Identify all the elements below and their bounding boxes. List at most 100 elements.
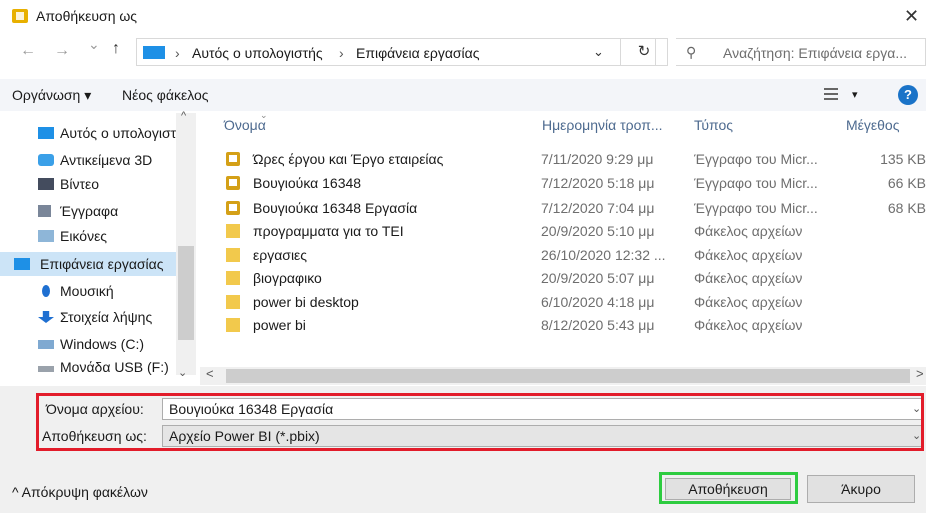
- scroll-down-icon[interactable]: ⌄: [178, 366, 187, 379]
- sidebar-item-label: Στοιχεία λήψης: [60, 309, 153, 325]
- file-type: Έγγραφο του Micr...: [694, 175, 818, 191]
- file-type: Έγγραφο του Micr...: [694, 200, 818, 216]
- highlight-box-green: [659, 472, 798, 504]
- scroll-left-icon[interactable]: <: [206, 366, 214, 381]
- powerbi-file-icon: [226, 176, 240, 190]
- back-arrow-icon[interactable]: ←: [20, 42, 36, 60]
- file-type: Φάκελος αρχείων: [694, 270, 803, 286]
- column-header-name[interactable]: Όνομα: [224, 117, 266, 133]
- search-icon: ⚲: [686, 44, 697, 60]
- sidebar-item-downloads[interactable]: Στοιχεία λήψης: [38, 305, 198, 329]
- address-dropdown-icon[interactable]: ⌄: [593, 44, 604, 60]
- file-date: 8/12/2020 5:43 μμ: [541, 317, 655, 333]
- power-bi-app-icon: [12, 9, 28, 23]
- file-date: 20/9/2020 5:07 μμ: [541, 270, 655, 286]
- address-bar[interactable]: › Αυτός ο υπολογιστής › Επιφάνεια εργασί…: [136, 38, 656, 66]
- command-bar: Οργάνωση ▾ Νέος φάκελος ▾ ?: [0, 79, 926, 111]
- sidebar-item-label: Windows (C:): [60, 336, 145, 352]
- navigation-pane: Αυτός ο υπολογιστής Αντικείμενα 3D Βίντε…: [0, 113, 198, 375]
- desktop-icon: [14, 258, 30, 270]
- file-row[interactable]: Βουγιούκα 16348 7/12/2020 5:18 μμ Έγγραφ…: [216, 171, 926, 195]
- computer-icon: [38, 127, 54, 139]
- folder-icon: [226, 295, 240, 309]
- forward-arrow-icon[interactable]: →: [54, 42, 70, 60]
- column-header-type[interactable]: Τύπος: [694, 117, 733, 133]
- title-bar: Αποθήκευση ως ✕: [0, 0, 926, 34]
- file-type: Φάκελος αρχείων: [694, 223, 803, 239]
- breadcrumb-separator: ›: [339, 45, 344, 61]
- powerbi-file-icon: [226, 152, 240, 166]
- help-icon[interactable]: ?: [898, 85, 918, 105]
- sidebar-item-usb-f[interactable]: Μονάδα USB (F:): [38, 355, 178, 379]
- folder-row[interactable]: προγραμματα για το ΤΕΙ 20/9/2020 5:10 μμ…: [216, 219, 926, 243]
- drive-icon: [38, 340, 54, 349]
- file-type: Φάκελος αρχείων: [694, 317, 803, 333]
- file-row[interactable]: Βουγιούκα 16348 Εργασία 7/12/2020 7:04 μ…: [216, 196, 926, 220]
- download-icon: [38, 311, 54, 323]
- file-date: 26/10/2020 12:32 ...: [541, 247, 666, 263]
- file-name: Βουγιούκα 16348: [253, 175, 362, 191]
- folder-name: power bi: [253, 317, 306, 333]
- file-type: Φάκελος αρχείων: [694, 247, 803, 263]
- cube-3d-icon: [38, 154, 54, 166]
- folder-icon: [226, 248, 240, 262]
- sidebar-item-desktop[interactable]: Επιφάνεια εργασίας: [0, 252, 176, 276]
- column-header-size[interactable]: Μέγεθος: [846, 117, 899, 133]
- view-options-chevron-icon[interactable]: ▾: [852, 88, 858, 101]
- folder-name: power bi desktop: [253, 294, 359, 310]
- file-size: 66 KB: [887, 175, 926, 191]
- search-placeholder: Αναζήτηση: Επιφάνεια εργα...: [723, 45, 907, 61]
- up-arrow-icon[interactable]: ↑: [112, 40, 120, 58]
- scroll-up-icon[interactable]: ^: [181, 110, 186, 122]
- powerbi-file-icon: [226, 201, 240, 215]
- refresh-icon[interactable]: ↻: [620, 38, 668, 66]
- sidebar-item-label: Βίντεο: [60, 176, 100, 192]
- file-size: 135 KB: [880, 151, 926, 167]
- file-list-scrollbar-thumb[interactable]: [226, 369, 910, 383]
- file-type: Έγγραφο του Micr...: [694, 151, 818, 167]
- folder-name: εργασιες: [253, 247, 308, 263]
- folder-name: προγραμματα για το ΤΕΙ: [253, 223, 404, 239]
- folder-icon: [226, 271, 240, 285]
- sidebar-item-label: Εικόνες: [60, 228, 108, 244]
- sidebar-item-videos[interactable]: Βίντεο: [38, 172, 198, 196]
- sidebar-item-label: Μουσική: [60, 283, 114, 299]
- music-icon: [42, 285, 50, 297]
- hide-folders-toggle[interactable]: ^ Απόκρυψη φακέλων: [12, 484, 148, 500]
- computer-icon: [143, 46, 165, 59]
- folder-row[interactable]: βιογραφικο 20/9/2020 5:07 μμ Φάκελος αρχ…: [216, 266, 926, 290]
- folder-row[interactable]: power bi 8/12/2020 5:43 μμ Φάκελος αρχεί…: [216, 313, 926, 337]
- file-date: 7/12/2020 7:04 μμ: [541, 200, 655, 216]
- breadcrumb-desktop[interactable]: Επιφάνεια εργασίας: [356, 45, 480, 61]
- search-box[interactable]: ⚲ Αναζήτηση: Επιφάνεια εργα...: [676, 38, 926, 66]
- sidebar-item-windows-c[interactable]: Windows (C:): [38, 332, 198, 356]
- sidebar-item-pictures[interactable]: Εικόνες: [38, 224, 198, 248]
- window-title: Αποθήκευση ως: [36, 8, 138, 24]
- file-date: 7/12/2020 5:18 μμ: [541, 175, 655, 191]
- close-icon[interactable]: ✕: [904, 6, 919, 27]
- file-size: 68 KB: [887, 200, 926, 216]
- column-header-date[interactable]: Ημερομηνία τροπ...: [542, 117, 663, 133]
- recent-locations-chevron-icon[interactable]: ⌄: [88, 36, 100, 53]
- sidebar-scrollbar-thumb[interactable]: [178, 246, 194, 340]
- organize-menu[interactable]: Οργάνωση ▾: [12, 87, 91, 104]
- usb-drive-icon: [38, 366, 54, 372]
- view-options-icon[interactable]: [824, 88, 838, 100]
- sidebar-item-this-pc[interactable]: Αυτός ο υπολογιστής: [38, 121, 198, 145]
- highlight-box-red: [36, 393, 924, 451]
- scroll-right-icon[interactable]: >: [916, 366, 924, 381]
- sidebar-item-3d-objects[interactable]: Αντικείμενα 3D: [38, 148, 198, 172]
- cancel-button[interactable]: Άκυρο: [807, 475, 915, 503]
- breadcrumb-separator: ›: [175, 45, 180, 61]
- sidebar-item-music[interactable]: Μουσική: [38, 279, 198, 303]
- file-row[interactable]: Ώρες έργου και Έργο εταιρείας 7/11/2020 …: [216, 147, 926, 171]
- folder-row[interactable]: εργασιες 26/10/2020 12:32 ... Φάκελος αρ…: [216, 243, 926, 267]
- sidebar-item-documents[interactable]: Έγγραφα: [38, 199, 198, 223]
- file-date: 20/9/2020 5:10 μμ: [541, 223, 655, 239]
- sidebar-item-label: Έγγραφα: [60, 203, 119, 219]
- folder-row[interactable]: power bi desktop 6/10/2020 4:18 μμ Φάκελ…: [216, 290, 926, 314]
- breadcrumb-this-pc[interactable]: Αυτός ο υπολογιστής: [192, 45, 323, 61]
- new-folder-button[interactable]: Νέος φάκελος: [122, 87, 209, 103]
- folder-icon: [226, 224, 240, 238]
- folder-icon: [226, 318, 240, 332]
